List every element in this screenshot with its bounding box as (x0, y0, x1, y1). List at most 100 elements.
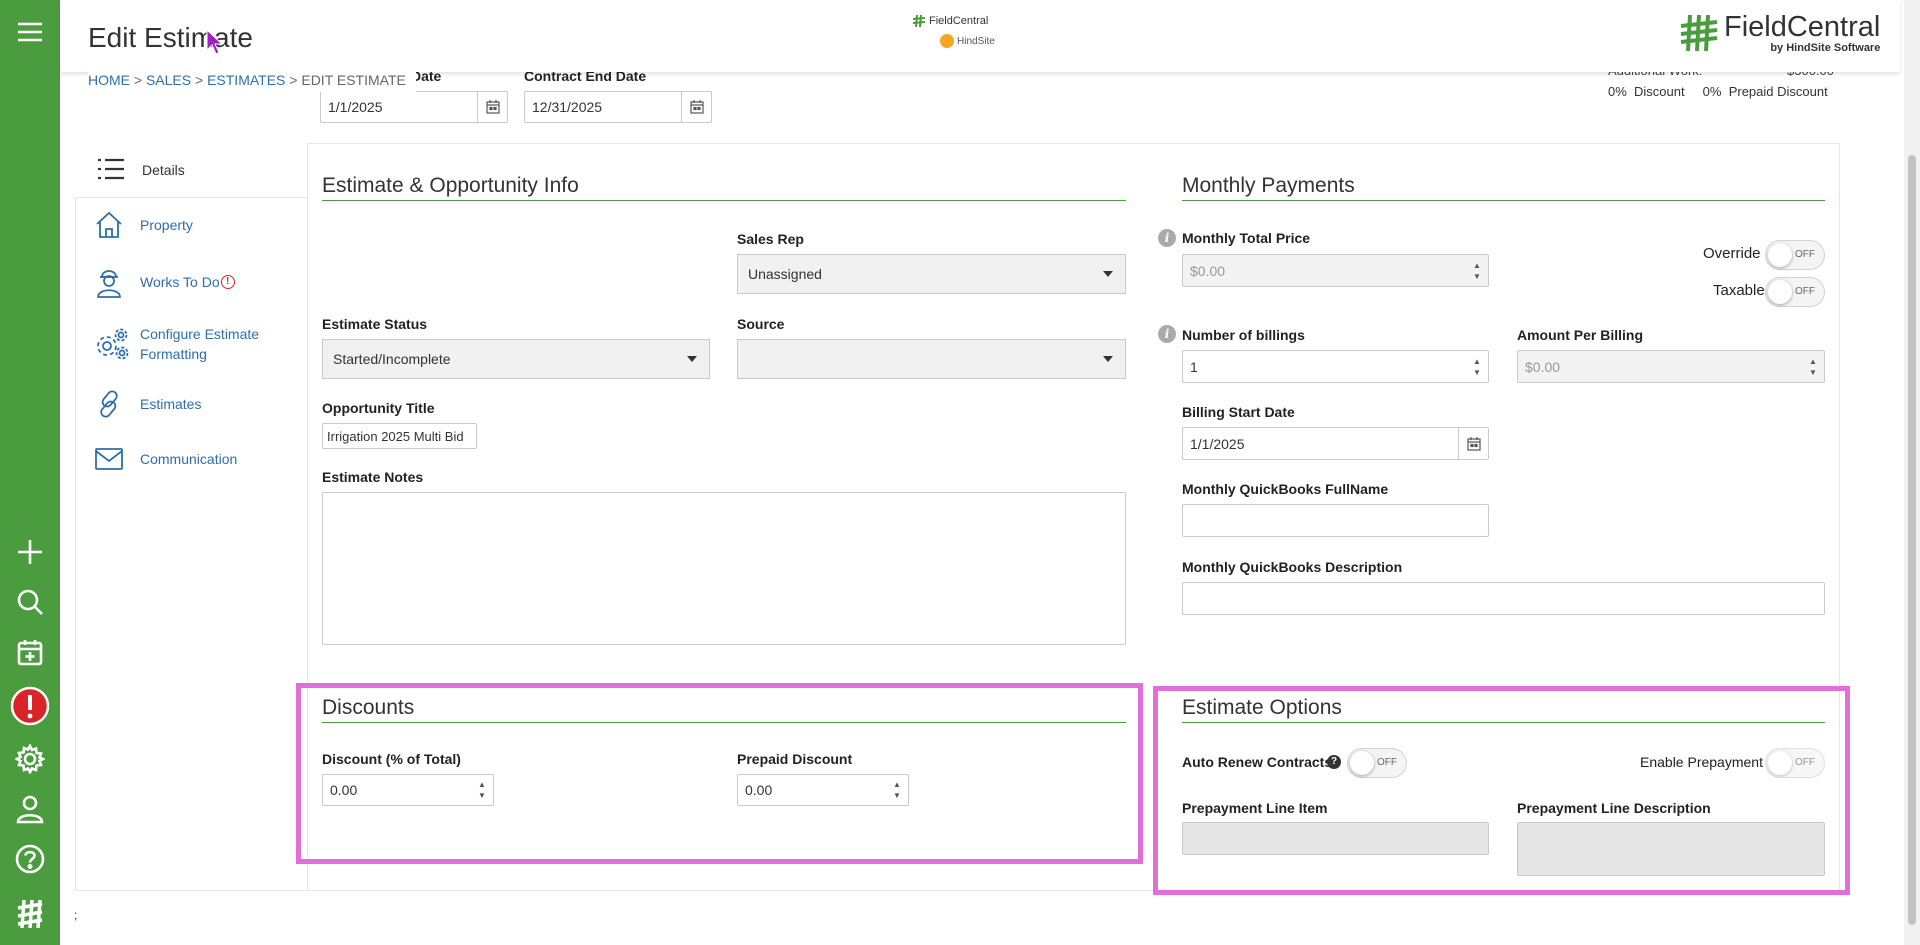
discount-pct-value: 0.00 (330, 782, 358, 798)
taxable-toggle[interactable]: OFF (1765, 277, 1825, 307)
monthly-total-price-placeholder: $0.00 (1190, 262, 1226, 279)
enable-prepayment-toggle[interactable]: OFF (1765, 748, 1825, 778)
brand-logo: FieldCentral by HindSite Software (1678, 12, 1880, 54)
brand-logo-icon (1680, 14, 1718, 52)
prepaid-label: Prepaid Discount (1728, 84, 1828, 99)
stepper-icon[interactable]: ▲ ▼ (471, 775, 493, 805)
info-icon[interactable]: i (1158, 325, 1176, 343)
sidenav-item-details[interactable]: Details (75, 143, 308, 198)
sales-rep-select[interactable]: Unassigned (737, 254, 1126, 294)
discount-pct: 0% (1608, 84, 1627, 99)
prepayment-line-item-input[interactable] (1182, 822, 1489, 855)
estimate-status-value: Started/Incomplete (333, 351, 451, 367)
calendar-icon[interactable] (1458, 428, 1488, 459)
stepper-icon[interactable]: ▲ ▼ (1466, 255, 1488, 286)
sidenav-label: Configure Estimate (140, 326, 260, 342)
estimate-notes-textarea[interactable] (322, 492, 1126, 645)
estimate-status-label: Estimate Status (322, 316, 428, 332)
help-icon[interactable] (0, 837, 60, 881)
sales-rep-label: Sales Rep (737, 231, 804, 247)
alerts-icon[interactable] (0, 684, 60, 728)
breadcrumb-sales[interactable]: SALES (146, 72, 191, 88)
override-toggle[interactable]: OFF (1765, 240, 1825, 270)
stepper-icon[interactable]: ▲ ▼ (886, 775, 908, 805)
toggle-state: OFF (1795, 757, 1815, 768)
fieldcentral-logo-icon[interactable] (0, 892, 60, 936)
hindsite-icon (940, 34, 954, 48)
sidenav-item-property[interactable]: Property (94, 210, 193, 240)
breadcrumb-estimates[interactable]: ESTIMATES (207, 72, 285, 88)
sidenav-item-communication[interactable]: Communication (94, 447, 237, 471)
breadcrumb-home[interactable]: HOME (88, 72, 130, 88)
prepaid-pct: 0% (1702, 84, 1722, 99)
user-profile-icon[interactable] (0, 787, 60, 831)
sidenav-label: Communication (140, 451, 238, 467)
qb-fullname-input[interactable] (1182, 504, 1489, 537)
sidenav-item-works-to-do[interactable]: Works To Do ! (94, 266, 235, 298)
prepayment-line-item-label: Prepayment Line Item (1182, 800, 1328, 816)
taxable-label: Taxable (1713, 282, 1765, 299)
prepaid-discount-input[interactable]: 0.00 ▲ ▼ (737, 774, 909, 806)
prepayment-line-desc-textarea[interactable] (1517, 822, 1825, 876)
chevron-down-icon (1103, 271, 1113, 277)
amount-per-billing-label: Amount Per Billing (1517, 327, 1643, 343)
center-logo: FieldCentral HindSite (912, 14, 995, 48)
opportunity-title-input[interactable]: Irrigation 2025 Multi Bid (322, 423, 477, 449)
center-logo-text: FieldCentral (929, 15, 989, 27)
center-logo-sub: HindSite (957, 35, 995, 47)
auto-renew-toggle[interactable]: OFF (1347, 748, 1407, 778)
number-of-billings-input[interactable]: 1 ▲ ▼ (1182, 350, 1489, 383)
breadcrumb-sep: > (195, 72, 204, 88)
calendar-add-icon[interactable] (0, 630, 60, 674)
home-icon (96, 211, 122, 238)
qb-description-label: Monthly QuickBooks Description (1182, 559, 1403, 575)
hamburger-menu-icon[interactable] (0, 10, 60, 54)
contract-start-value: 1/1/2025 (328, 99, 383, 115)
breadcrumb: HOME > SALES > ESTIMATES > EDIT ESTIMATE (88, 72, 416, 92)
calendar-icon[interactable] (681, 92, 711, 122)
prepayment-line-desc-label: Prepayment Line Description (1517, 800, 1711, 816)
breadcrumb-sep: > (289, 72, 298, 88)
qb-description-input[interactable] (1182, 582, 1825, 615)
alert-badge-icon: ! (220, 275, 235, 289)
override-label: Override (1703, 245, 1761, 262)
number-of-billings-value: 1 (1190, 358, 1198, 375)
fieldcentral-small-icon (912, 14, 926, 28)
gears-icon (97, 328, 129, 360)
number-of-billings-label: Number of billings (1182, 327, 1305, 343)
monthly-total-price-input[interactable]: $0.00 ▲ ▼ (1182, 254, 1489, 287)
discount-pct-input[interactable]: 0.00 ▲ ▼ (322, 774, 494, 806)
billing-start-date-label: Billing Start Date (1182, 404, 1295, 420)
page-scrollbar[interactable] (1904, 0, 1920, 945)
billing-start-date-input[interactable]: 1/1/2025 (1182, 427, 1489, 460)
qb-fullname-label: Monthly QuickBooks FullName (1182, 481, 1389, 497)
billing-start-date-value: 1/1/2025 (1190, 435, 1245, 452)
search-icon[interactable] (0, 580, 60, 624)
section-title-monthly-payments: Monthly Payments (1182, 174, 1825, 201)
scrollbar-thumb[interactable] (1908, 155, 1916, 925)
stepper-icon[interactable]: ▲ ▼ (1802, 351, 1824, 382)
source-select[interactable] (737, 339, 1126, 379)
calendar-icon[interactable] (477, 92, 507, 122)
stepper-icon[interactable]: ▲ ▼ (1466, 351, 1488, 382)
sidenav-item-configure-formatting[interactable]: Configure Estimate Formatting (94, 324, 259, 364)
opportunity-title-value: Irrigation 2025 Multi Bid (327, 428, 464, 444)
sales-rep-value: Unassigned (748, 266, 822, 282)
contract-start-field[interactable]: 1/1/2025 (320, 91, 508, 123)
amount-per-billing-input[interactable]: $0.00 ▲ ▼ (1517, 350, 1825, 383)
brand-sub: by HindSite Software (1770, 42, 1881, 54)
amount-per-billing-placeholder: $0.00 (1525, 358, 1561, 375)
sidenav-item-estimates[interactable]: Estimates (94, 389, 201, 419)
brand-name: FieldCentral (1724, 11, 1881, 43)
contract-end-value: 12/31/2025 (532, 99, 603, 115)
discount-pct-label: Discount (% of Total) (322, 751, 461, 767)
estimate-notes-label: Estimate Notes (322, 469, 424, 485)
estimate-status-select[interactable]: Started/Incomplete (322, 339, 710, 379)
help-question-icon[interactable]: ? (1327, 755, 1341, 769)
section-title-discounts: Discounts (322, 696, 1126, 723)
contract-end-field[interactable]: 12/31/2025 (524, 91, 712, 123)
add-icon[interactable] (0, 530, 60, 574)
info-icon[interactable]: i (1158, 229, 1176, 247)
monthly-total-price-label: Monthly Total Price (1182, 230, 1311, 246)
settings-gear-icon[interactable] (0, 737, 60, 781)
